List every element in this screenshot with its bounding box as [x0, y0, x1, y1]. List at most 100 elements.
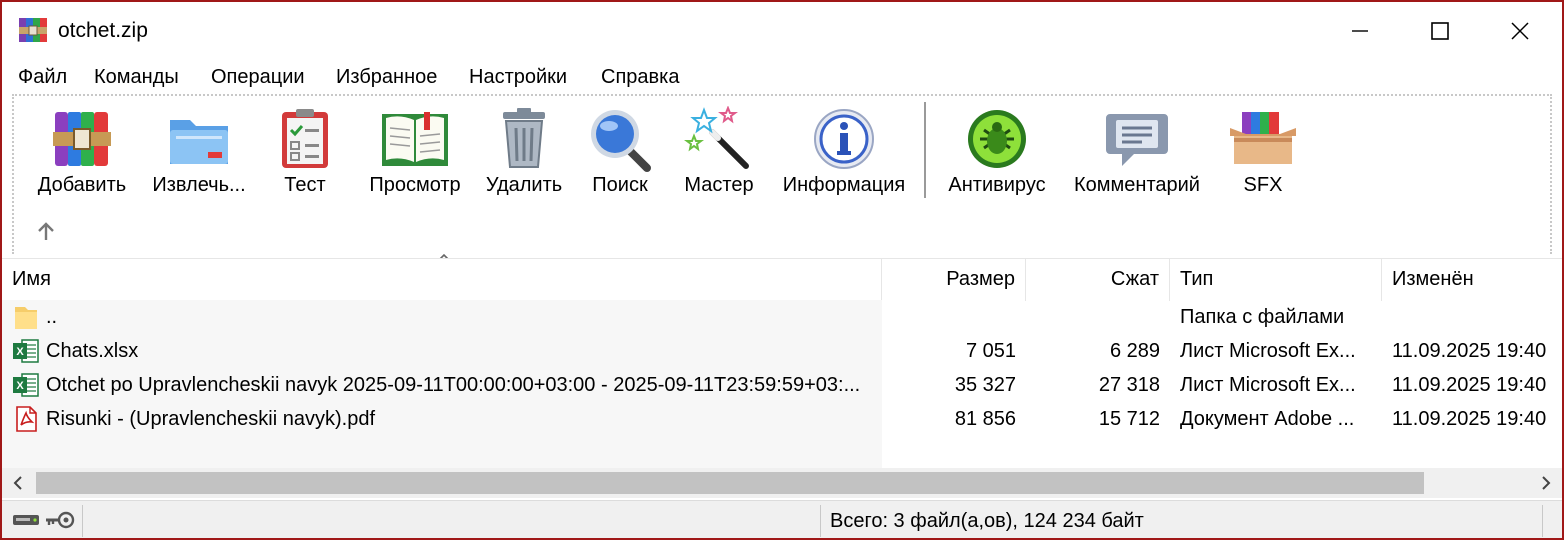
view-button[interactable]: Просмотр [362, 106, 468, 202]
scroll-right-icon[interactable] [1536, 474, 1556, 492]
delete-button[interactable]: Удалить [484, 106, 564, 202]
status-separator [82, 505, 83, 537]
table-row[interactable]: Risunki - (Upravlencheskii navyk).pdf 81… [2, 402, 1562, 436]
excel-file-icon: X [13, 339, 39, 363]
sfx-label: SFX [1243, 174, 1283, 196]
row-type: Лист Microsoft Ex... [1180, 340, 1356, 362]
table-row[interactable]: .. Папка с файлами [2, 300, 1562, 334]
title-bar: otchet.zip [2, 2, 1562, 60]
row-packed: 6 289 [1109, 340, 1160, 362]
menu-settings[interactable]: Настройки [469, 66, 567, 89]
find-button[interactable]: Поиск [584, 106, 656, 202]
row-modified: 11.09.2025 19:40 [1392, 408, 1547, 430]
row-name: Risunki - (Upravlencheskii navyk).pdf [46, 408, 376, 430]
table-row[interactable]: X Otchet po Upravlencheskii navyk 2025-0… [2, 368, 1562, 402]
table-row[interactable]: X Chats.xlsx 7 051 6 289 Лист Microsoft … [2, 334, 1562, 368]
column-header-packed-label: Сжат [1110, 268, 1159, 290]
row-type: Документ Adobe ... [1180, 408, 1355, 430]
column-header-modified[interactable]: Изменён [1382, 259, 1562, 301]
close-icon [1511, 22, 1529, 40]
row-size: 81 856 [954, 408, 1016, 430]
row-size: 35 327 [954, 374, 1016, 396]
antivirus-label: Антивирус [948, 174, 1046, 196]
row-size [882, 300, 1016, 334]
menu-help[interactable]: Справка [601, 66, 679, 89]
window-title: otchet.zip [58, 19, 148, 42]
winrar-window: otchet.zip Файл Команды Операции Избранн… [0, 0, 1564, 540]
antivirus-button[interactable]: Антивирус [942, 106, 1052, 202]
minimize-icon [1352, 30, 1368, 32]
column-header-modified-label: Изменён [1392, 268, 1474, 290]
scroll-left-icon[interactable] [8, 474, 28, 492]
row-name: Chats.xlsx [46, 340, 139, 362]
menu-bar: Файл Команды Операции Избранное Настройк… [2, 60, 1562, 94]
minimize-button[interactable] [1320, 2, 1400, 60]
comment-label: Комментарий [1074, 174, 1200, 196]
antivirus-bug-icon [968, 110, 1026, 168]
comment-button[interactable]: Комментарий [1068, 106, 1206, 202]
column-header-name[interactable]: Имя [2, 259, 882, 301]
row-size: 7 051 [965, 340, 1016, 362]
wizard-label: Мастер [684, 174, 754, 196]
column-headers: Имя Размер Сжат Тип Изменён [2, 258, 1562, 301]
delete-label: Удалить [485, 174, 563, 196]
maximize-button[interactable] [1400, 2, 1480, 60]
column-header-packed[interactable]: Сжат [1026, 259, 1170, 301]
scrollbar-thumb[interactable] [36, 472, 1424, 494]
test-clipboard-icon [282, 109, 328, 168]
winrar-app-icon[interactable] [18, 16, 48, 44]
info-label: Информация [782, 174, 906, 196]
up-folder-arrow-icon[interactable] [34, 220, 58, 244]
svg-text:X: X [16, 346, 24, 358]
excel-file-icon: X [13, 373, 39, 397]
trash-icon [503, 108, 545, 168]
maximize-icon [1431, 22, 1449, 40]
row-packed: 15 712 [1098, 408, 1160, 430]
pdf-file-icon [16, 406, 37, 432]
add-button[interactable]: Добавить [30, 106, 134, 202]
wizard-wand-icon [684, 106, 749, 169]
status-separator [1542, 505, 1543, 537]
test-button[interactable]: Тест [270, 106, 340, 202]
info-icon [814, 109, 874, 169]
row-packed: 27 318 [1098, 374, 1160, 396]
sfx-button[interactable]: SFX [1226, 106, 1300, 202]
menu-commands[interactable]: Команды [94, 66, 179, 89]
magnifier-icon [591, 110, 651, 172]
column-header-size-label: Размер [946, 268, 1015, 290]
add-label: Добавить [37, 174, 127, 196]
row-packed [1026, 300, 1160, 334]
column-header-type-label: Тип [1180, 268, 1214, 290]
status-separator [820, 505, 821, 537]
info-button[interactable]: Информация [776, 106, 912, 202]
extract-folder-icon [170, 120, 228, 164]
extract-label: Извлечь... [152, 174, 246, 196]
folder-icon [15, 307, 37, 329]
svg-text:X: X [16, 380, 24, 392]
menu-file[interactable]: Файл [18, 66, 67, 89]
drive-icon[interactable] [12, 511, 40, 529]
close-button[interactable] [1480, 2, 1560, 60]
key-icon[interactable] [44, 509, 76, 531]
row-type: Лист Microsoft Ex... [1180, 374, 1356, 396]
add-archive-icon [53, 112, 111, 166]
test-label: Тест [284, 174, 326, 196]
extract-button[interactable]: Извлечь... [144, 106, 254, 202]
column-header-name-label: Имя [12, 268, 51, 290]
toolbar-separator [924, 102, 926, 198]
row-name: Otchet po Upravlencheskii navyk 2025-09-… [46, 374, 861, 396]
column-header-size[interactable]: Размер [882, 259, 1026, 301]
wizard-button[interactable]: Мастер [678, 106, 760, 202]
row-modified: 11.09.2025 19:40 [1392, 374, 1547, 396]
comment-icon [1106, 114, 1168, 166]
menu-operations[interactable]: Операции [211, 66, 305, 89]
column-header-type[interactable]: Тип [1170, 259, 1382, 301]
find-label: Поиск [592, 174, 648, 196]
menu-favorites[interactable]: Избранное [336, 66, 437, 89]
toolbar: Добавить Извлечь... Тест Просмотр Удалит… [12, 94, 1552, 254]
file-list: .. Папка с файлами X Chats.xlsx 7 051 6 … [2, 300, 1562, 468]
view-book-icon [382, 112, 448, 166]
view-label: Просмотр [369, 174, 461, 196]
horizontal-scrollbar[interactable] [2, 468, 1562, 498]
row-modified [1392, 300, 1558, 334]
